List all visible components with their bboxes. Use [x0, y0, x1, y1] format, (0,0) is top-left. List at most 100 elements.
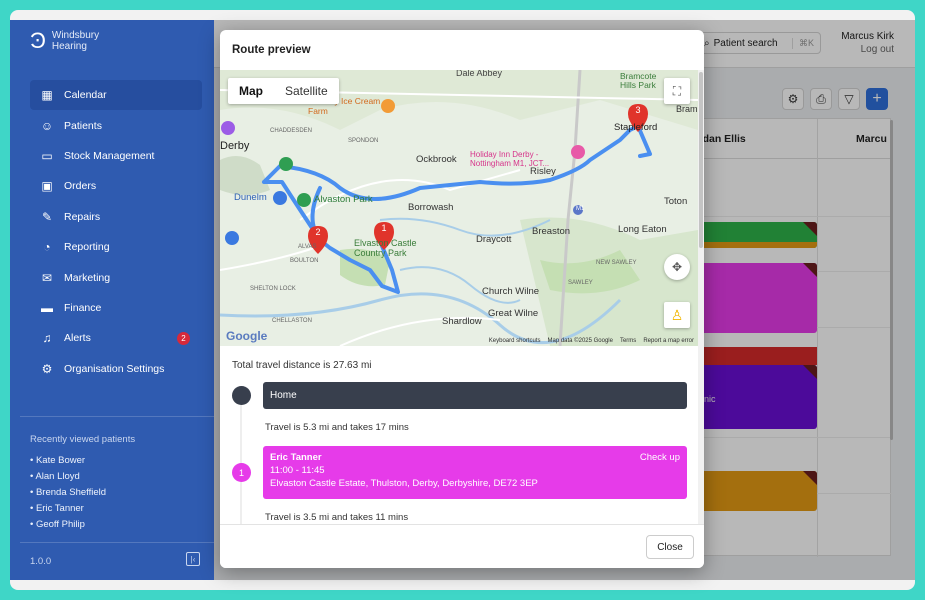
fullscreen-icon: ⛶: [672, 83, 682, 98]
street-view-button[interactable]: ♙: [664, 302, 690, 328]
terms-link[interactable]: Terms: [620, 338, 636, 344]
total-distance: Total travel distance is 27.63 mi: [232, 360, 372, 371]
sidebar-item-label: Reporting: [64, 241, 110, 254]
wrench-icon: ✎: [41, 209, 53, 224]
map-label: Ockbrook: [416, 154, 457, 165]
pie-chart-icon: ◔: [43, 240, 51, 255]
satellite-tab[interactable]: Satellite: [274, 78, 339, 104]
fullscreen-button[interactable]: ⛶: [664, 78, 690, 104]
map-label: Derby: [220, 140, 250, 152]
sidebar-item-calendar[interactable]: ▦ Calendar: [30, 80, 202, 111]
ear-icon: Ͽ: [30, 28, 46, 53]
recent-patients-list: • Kate Bower • Alan Lloyd • Brenda Sheffie…: [30, 453, 106, 533]
sidebar-item-reporting[interactable]: ◔ Reporting: [30, 232, 202, 262]
map-label: ALVAS: [298, 244, 317, 250]
sidebar-item-label: Marketing: [64, 271, 111, 284]
map-label: SHELTON LOCK: [250, 286, 296, 292]
divider: [20, 542, 214, 543]
sidebar-item-label: Organisation Settings: [64, 362, 165, 375]
keyboard-shortcuts-link[interactable]: Keyboard shortcuts: [489, 338, 541, 344]
sidebar-item-label: Patients: [64, 119, 102, 132]
sidebar-item-marketing[interactable]: ✉ Marketing: [30, 262, 202, 292]
dialog-title: Route preview: [232, 44, 311, 56]
map-label: Church Wilne: [482, 286, 540, 297]
route-preview-dialog: Route preview 2 1 3 Dale Abbey Bramcote …: [220, 30, 704, 568]
brand-name-line1: Windsbury: [51, 30, 100, 41]
map-data-credit: Map data ©2025 Google: [547, 338, 613, 344]
sidebar-item-label: Calendar: [64, 89, 107, 102]
recent-patient-link[interactable]: • Kate Bower: [30, 453, 106, 469]
map-label: Bram: [676, 104, 698, 114]
sidebar: Ͽ Windsbury Hearing ▦ Calendar ☺ Patients ▭ S…: [10, 20, 214, 580]
alerts-count-badge: 2: [177, 331, 190, 345]
travel-info: Travel is 3.5 mi and takes 11 mins: [265, 512, 409, 523]
google-logo: Google: [226, 329, 268, 343]
stop-number: 1: [232, 463, 251, 482]
route-timeline: [240, 390, 242, 524]
recent-patient-link[interactable]: • Alan Lloyd: [30, 469, 106, 485]
recent-patients-title: Recently viewed patients: [30, 434, 136, 445]
map-label: Breaston: [532, 226, 571, 237]
map-label: M1: [576, 206, 585, 212]
sidebar-item-finance[interactable]: ▬ Finance: [30, 293, 202, 323]
stop-patient-name: Eric Tanner: [270, 452, 322, 463]
map-label: Dunelm: [234, 192, 267, 203]
route-marker-2[interactable]: 2: [312, 227, 324, 237]
map-label: Stapleford: [614, 122, 658, 133]
sidebar-item-alerts[interactable]: ♫ Alerts 2: [30, 323, 202, 353]
report-map-error-link[interactable]: Report a map error: [643, 338, 694, 344]
map-label: Shardlow: [442, 316, 482, 327]
sidebar-item-patients[interactable]: ☺ Patients: [30, 110, 202, 140]
gear-icon: ⚙: [41, 361, 53, 376]
travel-info: Travel is 5.3 mi and takes 17 mins: [265, 422, 409, 433]
sidebar-item-organisation-settings[interactable]: ⚙ Organisation Settings: [30, 354, 202, 384]
box-icon: ▣: [41, 179, 53, 194]
recent-patient-link[interactable]: • Brenda Sheffield: [30, 485, 106, 501]
sidebar-item-orders[interactable]: ▣ Orders: [30, 171, 202, 201]
stop-home: Home: [263, 382, 687, 409]
map-label: CHELLASTON: [272, 318, 312, 324]
recent-patient-link[interactable]: • Eric Tanner: [30, 501, 106, 517]
clipboard-icon: ▭: [41, 148, 53, 163]
home-label: Home: [270, 390, 297, 401]
recent-patient-link[interactable]: • Geoff Philip: [30, 517, 106, 533]
dialog-scrollbar-thumb[interactable]: [699, 72, 703, 248]
route-marker-1[interactable]: 1: [378, 223, 390, 233]
bell-icon: ♫: [42, 331, 52, 346]
calendar-icon: ▦: [41, 88, 53, 103]
pegman-icon: ♙: [670, 306, 684, 323]
stop-card[interactable]: Eric Tanner 11:00 - 11:45 Elvaston Castl…: [263, 446, 687, 499]
home-dot: [232, 386, 251, 405]
map-label: NEW SAWLEY: [596, 260, 637, 266]
close-button[interactable]: Close: [646, 535, 694, 559]
sidebar-item-label: Repairs: [64, 210, 101, 223]
sidebar-item-stock-management[interactable]: ▭ Stock Management: [30, 141, 202, 171]
brand-name-line2: Hearing: [51, 41, 87, 52]
route-marker-3[interactable]: 3: [632, 105, 644, 115]
map-label: Toton: [664, 196, 688, 207]
stop-appointment-type: Check up: [639, 452, 680, 463]
map-attribution: Keyboard shortcuts Map data ©2025 Google…: [489, 338, 694, 344]
map-label: Long Eaton: [618, 224, 667, 235]
smile-icon: ☺: [40, 118, 54, 133]
move-icon: ✥: [671, 260, 683, 274]
brand-logo[interactable]: Ͽ Windsbury Hearing: [30, 28, 100, 53]
map-canvas: [220, 70, 698, 346]
sidebar-item-label: Stock Management: [64, 149, 155, 162]
sidebar-item-repairs[interactable]: ✎ Repairs: [30, 202, 202, 232]
map-label: BOULTON: [290, 258, 319, 264]
map-type-toggle: Map Satellite: [228, 78, 339, 104]
map-tab[interactable]: Map: [228, 78, 274, 104]
sidebar-item-label: Finance: [64, 301, 102, 314]
map-label: Great Wilne: [488, 308, 539, 319]
map-label: Dale Abbey: [456, 70, 503, 78]
route-map[interactable]: 2 1 3 Dale Abbey Bramcote Hills Park Bra…: [220, 70, 698, 346]
mail-icon: ✉: [41, 270, 53, 285]
map-label: CHADDESDEN: [270, 128, 313, 134]
map-pan-control[interactable]: ✥: [664, 254, 690, 280]
stop-time: 11:00 - 11:45: [270, 465, 325, 476]
collapse-sidebar-button[interactable]: |‹: [186, 552, 200, 566]
sidebar-nav: ▦ Calendar ☺ Patients ▭ Stock Management ▣ Orde…: [30, 80, 202, 384]
map-label: Draycott: [476, 234, 512, 245]
stop-address: Elvaston Castle Estate, Thulston, Derby,…: [270, 478, 538, 489]
